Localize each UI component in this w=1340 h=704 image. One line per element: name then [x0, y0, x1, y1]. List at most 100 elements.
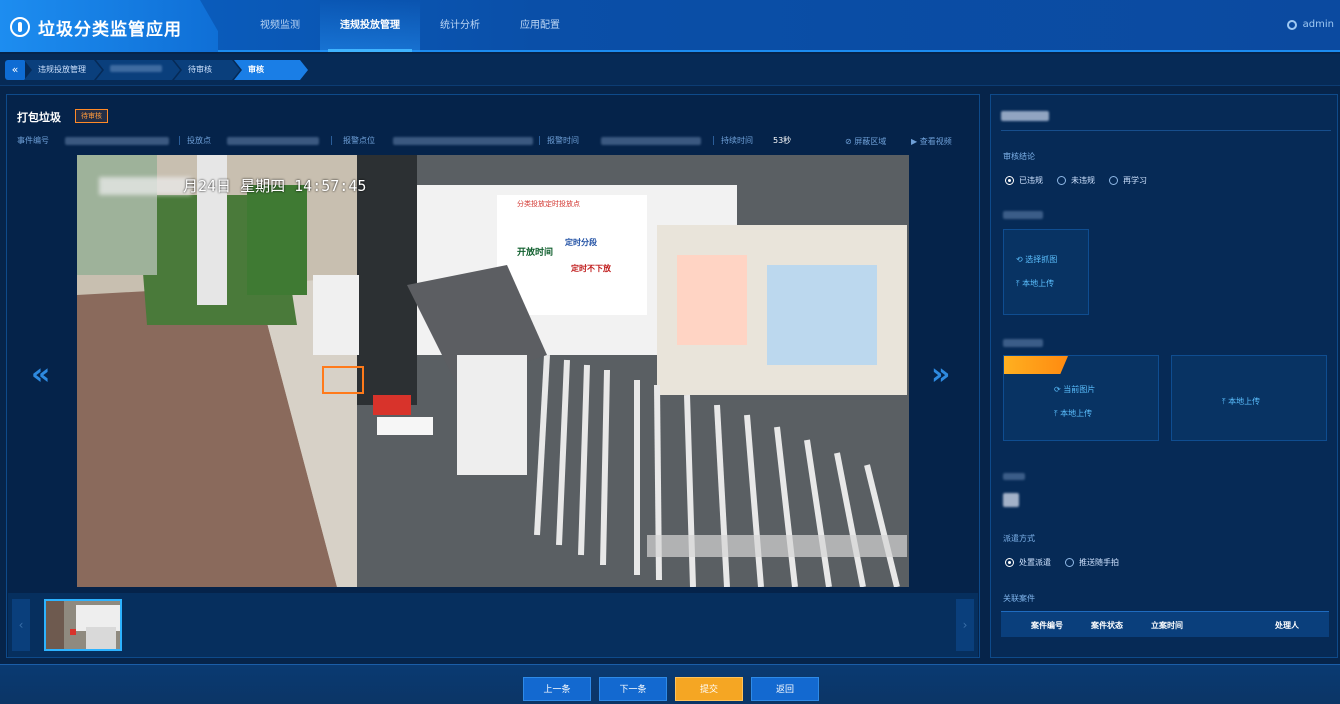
- username: admin: [1302, 19, 1334, 30]
- breadcrumb-violation-management[interactable]: 违规投放管理: [24, 60, 102, 80]
- radio-dispatch-handle[interactable]: 处置派遣: [1005, 557, 1051, 568]
- radio-violated[interactable]: 已违规: [1005, 175, 1043, 186]
- view-video-label: 查看视频: [919, 137, 952, 146]
- view-video-tool[interactable]: ▶ 查看视频: [911, 136, 952, 147]
- dispatch-radio-group: 处置派遣 推送随手拍: [1005, 557, 1119, 568]
- breadcrumb-redacted[interactable]: [96, 60, 180, 80]
- value-redacted: [1003, 493, 1019, 507]
- video-timestamp-overlay: 月24日 星期四 14:57:45: [183, 175, 366, 196]
- prev-button[interactable]: 上一条: [523, 677, 591, 701]
- eye-slash-icon: ⊘: [845, 137, 855, 146]
- radio-unchecked-icon: [1065, 558, 1074, 567]
- local-upload-button-3[interactable]: ⤒ 本地上传: [1222, 396, 1260, 407]
- local-upload-label-3: 本地上传: [1228, 397, 1261, 406]
- current-image-button[interactable]: ⟳ 当前图片: [1054, 384, 1095, 395]
- col-case-time: 立案时间: [1151, 621, 1183, 630]
- board-slogan-2: 定时不下放: [571, 264, 611, 273]
- snapshot-image: 月24日 星期四 14:57:45 分类投放定时投放点 开放时间 定时分段 定时…: [77, 155, 909, 587]
- radio-violated-label: 已违规: [1019, 176, 1043, 185]
- select-capture-button[interactable]: ⟲ 选择抓图: [1016, 254, 1057, 265]
- app-logo-icon: [10, 17, 30, 37]
- local-upload-label: 本地上传: [1022, 279, 1055, 288]
- radio-dispatch-push[interactable]: 推送随手拍: [1065, 557, 1119, 568]
- status-badge: 待审核: [75, 109, 108, 123]
- radio-unchecked-icon: [1057, 176, 1066, 185]
- nav-statistics[interactable]: 统计分析: [420, 0, 500, 52]
- local-upload-button[interactable]: ⤒ 本地上传: [1016, 278, 1054, 289]
- event-no-label: 事件编号: [17, 136, 49, 145]
- tag-orange-label: [1004, 356, 1068, 374]
- col-handler: 处理人: [1275, 621, 1299, 630]
- user-menu[interactable]: admin: [1286, 19, 1334, 30]
- radio-dispatch-push-label: 推送随手拍: [1079, 558, 1119, 567]
- board-slogan-1: 定时分段: [565, 238, 597, 247]
- refresh-icon: ⟳: [1054, 385, 1064, 394]
- thumbnail-selected[interactable]: [44, 599, 122, 651]
- related-cases-table-header: 案件编号 案件状态 立案时间 处理人: [1001, 611, 1329, 637]
- radio-checked-icon: [1005, 176, 1014, 185]
- event-title: 打包垃圾: [17, 111, 61, 124]
- duration-value: 53秒: [773, 136, 792, 145]
- logo-area: 垃圾分类监管应用: [0, 0, 218, 52]
- radio-unchecked-icon: [1109, 176, 1118, 185]
- breadcrumb-review: 审核: [234, 60, 308, 80]
- col-case-no: 案件编号: [1031, 621, 1063, 630]
- local-upload-label-2: 本地上传: [1060, 409, 1093, 418]
- thumb-prev-icon[interactable]: ‹: [12, 599, 30, 651]
- action-footer: 上一条 下一条 提交 返回: [0, 664, 1340, 704]
- drop-point-label: 投放点: [187, 136, 211, 145]
- next-image-arrow-icon[interactable]: »: [931, 357, 950, 392]
- main-nav: 视频监测 违规投放管理 统计分析 应用配置: [240, 0, 580, 52]
- thumbnail-image: [46, 601, 120, 649]
- alarm-point-label: 报警点位: [343, 136, 375, 145]
- radio-checked-icon: [1005, 558, 1014, 567]
- select-capture-label: 选择抓图: [1025, 255, 1058, 264]
- related-cases-label: 关联案件: [1003, 594, 1035, 603]
- review-panel-header: [1001, 109, 1331, 131]
- prev-image-arrow-icon[interactable]: «: [31, 357, 50, 392]
- alarm-time-label: 报警时间: [547, 136, 579, 145]
- radio-dispatch-handle-label: 处置派遣: [1019, 558, 1051, 567]
- conclusion-label: 审核结论: [1003, 152, 1035, 161]
- play-circle-icon: ▶: [911, 137, 920, 146]
- col-case-status: 案件状态: [1091, 621, 1123, 630]
- overlay-weekday: 星期四: [240, 177, 286, 195]
- back-button[interactable]: 返回: [751, 677, 819, 701]
- overlay-time: 14:57:45: [294, 177, 367, 195]
- mask-region-label: 屏蔽区域: [854, 137, 887, 146]
- breadcrumb-back-icon[interactable]: «: [5, 60, 25, 80]
- radio-not-violated-label: 未违规: [1071, 176, 1095, 185]
- capture-icon: ⟲: [1016, 255, 1026, 264]
- breadcrumb-pending[interactable]: 待审核: [174, 60, 240, 80]
- thumb-next-icon[interactable]: ›: [956, 599, 974, 651]
- board-title: 分类投放定时投放点: [517, 200, 580, 208]
- event-detail-panel: 打包垃圾 待审核 事件编号 投放点 报警点位 报警时间 持续时间 53秒 ⊘ 屏…: [6, 94, 980, 658]
- submit-button[interactable]: 提交: [675, 677, 743, 701]
- radio-relearn-label: 再学习: [1123, 176, 1147, 185]
- current-image-label: 当前图片: [1063, 385, 1096, 394]
- section-label-redacted: [1003, 211, 1043, 219]
- settings-gear-icon[interactable]: [1286, 19, 1297, 30]
- conclusion-radio-group: 已违规 未违规 再学习: [1005, 175, 1147, 186]
- radio-not-violated[interactable]: 未违规: [1057, 175, 1095, 186]
- image-upload-box-2: ⤒ 本地上传: [1171, 355, 1327, 441]
- mask-region-tool[interactable]: ⊘ 屏蔽区域: [845, 136, 886, 147]
- local-upload-button-2[interactable]: ⤒ 本地上传: [1054, 408, 1092, 419]
- breadcrumb: « 违规投放管理 待审核 审核: [0, 54, 1340, 86]
- duration-label: 持续时间: [721, 136, 753, 145]
- nav-violation-management[interactable]: 违规投放管理: [320, 0, 420, 52]
- review-panel: 审核结论 已违规 未违规 再学习 ⟲ 选择抓图 ⤒ 本地上传 ⟳ 当前图片 ⤒ …: [990, 94, 1338, 658]
- section-label-redacted-3: [1003, 473, 1025, 480]
- thumbnail-strip: ‹ ›: [8, 593, 978, 657]
- nav-video-monitoring[interactable]: 视频监测: [240, 0, 320, 52]
- next-button[interactable]: 下一条: [599, 677, 667, 701]
- radio-relearn[interactable]: 再学习: [1109, 175, 1147, 186]
- snapshot-scene-graphic: [77, 155, 909, 587]
- app-title: 垃圾分类监管应用: [38, 20, 182, 40]
- overlay-date: 月24日: [183, 177, 232, 195]
- nav-app-config[interactable]: 应用配置: [500, 0, 580, 52]
- image-upload-box-1: ⟳ 当前图片 ⤒ 本地上传: [1003, 355, 1159, 441]
- dispatch-label: 派遣方式: [1003, 534, 1035, 543]
- top-navigation-bar: 垃圾分类监管应用 视频监测 违规投放管理 统计分析 应用配置 admin: [0, 0, 1340, 52]
- board-schedule-title: 开放时间: [517, 248, 554, 258]
